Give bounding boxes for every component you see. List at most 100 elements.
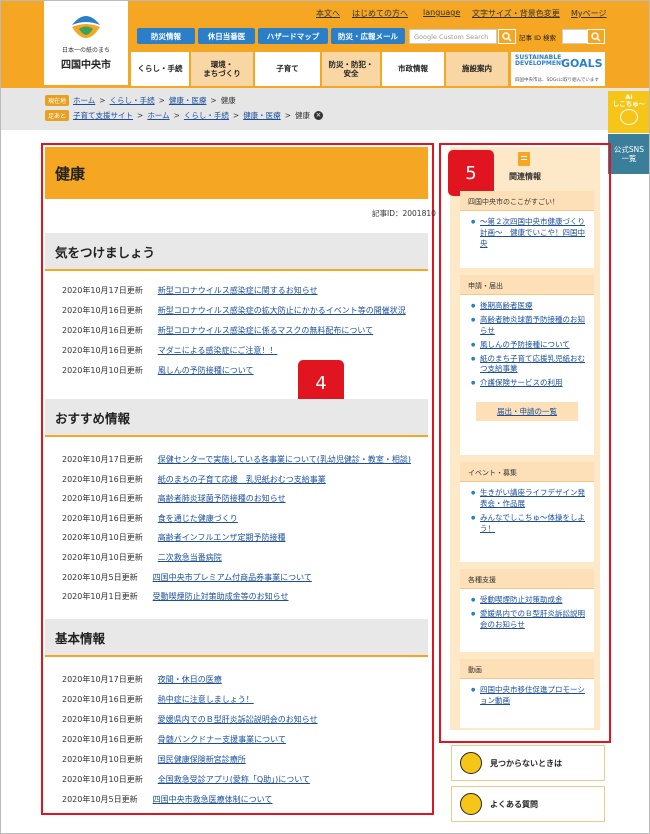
update-date: 2020年10月10日更新	[62, 366, 143, 375]
my-page-link[interactable]: Myページ	[571, 8, 606, 19]
related-link[interactable]: 受動喫煙防止対策助成金	[471, 595, 588, 606]
article-link[interactable]: 国民健康保険新宮診療所	[158, 754, 246, 765]
article-link[interactable]: 骨髄バンクドナー支援事業について	[158, 734, 286, 745]
official-sns-tab[interactable]: 公式SNS 一覧	[608, 134, 650, 174]
nav-child-rearing[interactable]: 子育て	[255, 52, 320, 86]
article-link[interactable]: 二次救急当番病院	[158, 552, 222, 563]
update-date: 2020年10月16日更新	[62, 695, 143, 704]
list-item: 2020年10月10日更新 国民健康保険新宮診療所	[62, 754, 246, 765]
text-size-link[interactable]: 文字サイズ・背景色変更	[472, 8, 560, 19]
article-link[interactable]: 風しんの予防接種について	[158, 365, 254, 376]
article-link[interactable]: 新型コロナウイルス感染症に関するお知らせ	[158, 285, 318, 296]
breadcrumb-link[interactable]: 健康・医療	[169, 95, 207, 106]
list-item: 2020年10月16日更新 紙のまちの子育て応援 乳児紙おむつ支給事業	[62, 474, 326, 485]
clear-history-icon[interactable]: ×	[313, 111, 323, 120]
article-link[interactable]: 新型コロナウイルス感染症に係るマスクの無料配布について	[158, 325, 373, 336]
related-group: 申請・届出 後期高齢者医療 高齢者肺炎球菌予防接種のお知らせ 風しんの予防接種に…	[460, 275, 594, 455]
nav-environment-town[interactable]: 環境・ まちづくり	[191, 52, 253, 86]
update-date: 2020年10月16日更新	[62, 475, 143, 484]
holiday-doctor-button[interactable]: 休日当番医	[198, 28, 255, 44]
article-link[interactable]: 新型コロナウイルス感染症の拡大防止にかかるイベント等の開催状況	[158, 305, 406, 316]
nav-living-procedures[interactable]: くらし・手続	[131, 52, 189, 86]
update-date: 2020年10月16日更新	[62, 715, 143, 724]
applications-list-button[interactable]: 届出・申請の一覧	[476, 402, 578, 422]
breadcrumb-link[interactable]: 子育て支援サイト	[73, 110, 133, 121]
breadcrumb-link[interactable]: くらし・手続	[184, 110, 229, 121]
mascot-icon	[460, 793, 482, 815]
related-link[interactable]: 高齢者肺炎球菌予防接種のお知らせ	[471, 315, 588, 337]
article-link[interactable]: 夜間・休日の医療	[158, 674, 222, 685]
related-group-heading: 動画	[460, 659, 594, 679]
nav-disaster-safety[interactable]: 防災・防犯・ 安全	[322, 52, 380, 86]
article-id-search-label: 記事 ID 検索	[519, 34, 557, 42]
breadcrumb-current: 現在地 ホーム > くらし・手続 > 健康・医療 > 健康	[45, 95, 236, 106]
nav-city-government[interactable]: 市政情報	[382, 52, 444, 86]
faq-button[interactable]: よくある質問	[451, 786, 605, 822]
annotation-badge-5: 5	[448, 150, 494, 196]
hazard-map-button[interactable]: ハザードマップ	[258, 28, 328, 44]
related-link[interactable]: 後期高齢者医療	[471, 301, 588, 312]
language-link[interactable]: language	[423, 8, 460, 17]
list-item: 2020年10月10日更新 風しんの予防接種について	[62, 365, 253, 376]
article-link[interactable]: 高齢者肺炎球菌予防接種のお知らせ	[158, 493, 286, 504]
sdg-goals: GOALS	[561, 57, 603, 70]
site-search-button[interactable]	[498, 29, 516, 44]
update-date: 2020年10月16日更新	[62, 306, 143, 315]
article-id-search-button[interactable]	[587, 29, 605, 44]
not-found-help-button[interactable]: 見つからないときは	[451, 745, 605, 781]
site-search-input[interactable]: Google Custom Search	[409, 29, 497, 44]
list-item: 2020年10月16日更新 愛媛県内でのＢ型肝炎訴訟説明会のお知らせ	[62, 714, 318, 725]
related-link[interactable]: 生きがい講座ライフデザイン発表会・作品展	[471, 488, 588, 510]
article-link[interactable]: 高齢者インフルエンザ定期予防接種	[158, 532, 286, 543]
article-id: 記事ID：2001810	[372, 209, 436, 218]
disaster-mail-button[interactable]: 防災・広報メール	[331, 28, 405, 44]
breadcrumb-link[interactable]: ホーム	[147, 110, 169, 121]
update-date: 2020年10月5日更新	[62, 573, 138, 582]
article-link[interactable]: 熱中症に注意しましょう！	[158, 694, 254, 705]
sdgs-banner[interactable]: SUSTAINABLE DEVELOPMENT GOALS 四国中央市は、SDG…	[511, 52, 605, 86]
article-link[interactable]: 食を通じた健康づくり	[158, 513, 238, 524]
breadcrumb-current-page: 健康	[294, 111, 310, 120]
search-icon	[591, 31, 601, 42]
related-link[interactable]: 愛媛県内でのＢ型肝炎訴訟説明会のお知らせ	[471, 609, 588, 631]
list-item: 2020年10月16日更新 骨髄バンクドナー支援事業について	[62, 734, 286, 745]
list-item: 2020年10月16日更新 マダニによる感染症にご注意！！	[62, 345, 277, 356]
breadcrumb-history: 足あと 子育て支援サイト > ホーム > くらし・手続 > 健康・医療 > 健康 ×	[45, 110, 323, 121]
article-link[interactable]: 全国救急受診アプリ(愛称「Q助」)について	[158, 774, 310, 785]
article-link[interactable]: 保健センターで実施している各事業について(乳幼児健診・教室・相談)	[158, 454, 411, 465]
related-group: 四国中央市のここがすごい！ ～第２次四国中央市健康づくり計画～ 健康でいこや！四…	[460, 191, 594, 268]
list-item: 2020年10月5日更新 四国中央市プレミアム付商品券事業について	[62, 572, 312, 583]
article-link[interactable]: 四国中央市救急医療体制について	[153, 794, 273, 805]
update-date: 2020年10月16日更新	[62, 735, 143, 744]
site-logo[interactable]: 日本一の紙のまち 四国中央市	[44, 1, 128, 85]
related-link[interactable]: 風しんの予防接種について	[471, 340, 588, 351]
breadcrumb-link[interactable]: くらし・手続	[110, 95, 155, 106]
related-link[interactable]: みんなでしこちゅ〜体操をしよう！	[471, 513, 588, 535]
article-link[interactable]: マダニによる感染症にご注意！！	[158, 345, 278, 356]
ai-chatbot-tab[interactable]: AI しこちゅ～	[608, 91, 650, 133]
related-link[interactable]: 四国中央市移住促進プロモーション動画	[471, 685, 588, 707]
article-link[interactable]: 四国中央市プレミアム付商品券事業について	[153, 572, 312, 583]
article-link[interactable]: 受動喫煙防止対策助成金等のお知らせ	[153, 591, 289, 602]
related-link[interactable]: ～第２次四国中央市健康づくり計画～ 健康でいこや！四国中央	[471, 217, 588, 250]
related-link[interactable]: 紙のまち子育て応援乳児紙おむつ支給事業	[471, 354, 588, 376]
breadcrumb-link[interactable]: ホーム	[73, 95, 95, 106]
section-heading: おすすめ情報	[45, 399, 428, 437]
logo-name: 四国中央市	[61, 60, 111, 71]
article-link[interactable]: 愛媛県内でのＢ型肝炎訴訟説明会のお知らせ	[158, 714, 318, 725]
breadcrumb-link[interactable]: 健康・医療	[243, 110, 281, 121]
history-tag: 足あと	[45, 110, 70, 121]
related-link[interactable]: 介護保険サービスの利用	[471, 378, 588, 389]
nav-facilities[interactable]: 施設案内	[446, 52, 508, 86]
list-item: 2020年10月17日更新 夜間・休日の医療	[62, 674, 222, 685]
update-date: 2020年10月1日更新	[62, 592, 138, 601]
update-date: 2020年10月10日更新	[62, 553, 143, 562]
disaster-info-button[interactable]: 防災情報	[137, 28, 195, 44]
faq-label: よくある質問	[490, 799, 538, 809]
breadcrumb-bar: 現在地 ホーム > くらし・手続 > 健康・医療 > 健康 足あと 子育て支援サイト >…	[0, 88, 650, 130]
first-visit-link[interactable]: はじめての方へ	[352, 8, 408, 19]
skip-to-content-link[interactable]: 本文へ	[316, 8, 340, 19]
article-link[interactable]: 紙のまちの子育て応援 乳児紙おむつ支給事業	[158, 474, 326, 485]
related-group-heading: 各種支援	[460, 569, 594, 589]
update-date: 2020年10月16日更新	[62, 326, 143, 335]
